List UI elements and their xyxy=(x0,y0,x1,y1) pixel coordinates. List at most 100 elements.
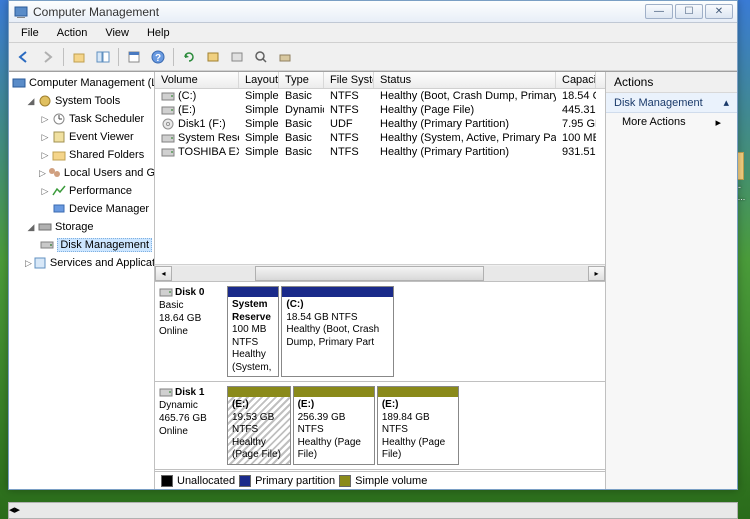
navigation-tree[interactable]: Computer Management (Local ◢ System Tool… xyxy=(9,72,155,489)
volume-list: Volume Layout Type File System Status Ca… xyxy=(155,72,605,282)
refresh-button[interactable] xyxy=(178,46,200,68)
col-type[interactable]: Type xyxy=(279,72,324,88)
tree-system-tools[interactable]: ◢ System Tools xyxy=(11,92,152,110)
partition-title: System Reserve xyxy=(232,299,274,324)
show-hide-tree-button[interactable] xyxy=(92,46,114,68)
actions-section[interactable]: Disk Management ▴ xyxy=(606,93,737,113)
partition-title: (E:) xyxy=(232,399,286,412)
tree-storage[interactable]: ◢Storage xyxy=(11,218,152,236)
drive-icon xyxy=(161,104,175,116)
disk-type: Dynamic xyxy=(159,399,223,412)
volume-layout: Simple xyxy=(239,89,279,103)
volume-fs: NTFS xyxy=(324,89,374,103)
partition-title: (E:) xyxy=(298,399,370,412)
volume-name: (C:) xyxy=(178,90,196,102)
legend-simple: Simple volume xyxy=(355,475,427,487)
up-button[interactable] xyxy=(68,46,90,68)
partition-status: Healthy (Boot, Crash Dump, Primary Part xyxy=(286,324,388,349)
volume-capacity: 7.95 GE xyxy=(556,117,596,131)
partition-status: Healthy (Page File) xyxy=(232,437,286,462)
window-bottom-scrollbar[interactable]: ◂ ▸ xyxy=(8,502,738,519)
tool-icon-4[interactable] xyxy=(274,46,296,68)
partition-status: Healthy (Page File) xyxy=(382,437,454,462)
menu-action[interactable]: Action xyxy=(49,25,96,41)
volume-type: Basic xyxy=(279,131,324,145)
volume-row[interactable]: System ReservedSimpleBasicNTFSHealthy (S… xyxy=(155,131,605,145)
legend-swatch-simple xyxy=(339,475,351,487)
drive-icon xyxy=(161,118,175,130)
menu-file[interactable]: File xyxy=(13,25,47,41)
tree-root[interactable]: Computer Management (Local xyxy=(11,74,152,92)
scroll-right-button[interactable]: ▸ xyxy=(15,503,21,518)
partition-color-bar xyxy=(228,387,290,397)
scroll-left-button[interactable]: ◂ xyxy=(155,266,172,281)
tree-local-users[interactable]: ▷Local Users and Groups xyxy=(11,164,152,182)
tree-event-viewer[interactable]: ▷Event Viewer xyxy=(11,128,152,146)
col-capacity[interactable]: Capaci xyxy=(556,72,596,88)
back-button[interactable] xyxy=(13,46,35,68)
menu-help[interactable]: Help xyxy=(139,25,178,41)
menubar: File Action View Help xyxy=(9,23,737,43)
volume-layout: Simple xyxy=(239,103,279,117)
maximize-button[interactable]: ☐ xyxy=(675,4,703,19)
partition[interactable]: (C:)18.54 GB NTFSHealthy (Boot, Crash Du… xyxy=(281,286,393,377)
partition[interactable]: System Reserve100 MB NTFSHealthy (System… xyxy=(227,286,279,377)
disk-map[interactable]: Disk 0Basic18.64 GBOnlineSystem Reserve1… xyxy=(155,282,605,471)
legend-unallocated: Unallocated xyxy=(177,475,235,487)
partition-title: (E:) xyxy=(382,399,454,412)
chevron-right-icon: ▸ xyxy=(715,116,721,129)
tree-device-manager[interactable]: Device Manager xyxy=(11,200,152,218)
disk-size: 465.76 GB xyxy=(159,412,223,425)
properties-button[interactable] xyxy=(123,46,145,68)
volume-name: (E:) xyxy=(178,104,196,116)
partition[interactable]: (E:)189.84 GB NTFSHealthy (Page File) xyxy=(377,386,459,465)
forward-button[interactable] xyxy=(37,46,59,68)
disk-row[interactable]: Disk 1Dynamic465.76 GBOnline(E:)19.53 GB… xyxy=(155,382,605,470)
volume-type: Basic xyxy=(279,117,324,131)
partition-title: (C:) xyxy=(286,299,388,312)
tool-icon-1[interactable] xyxy=(202,46,224,68)
col-volume[interactable]: Volume xyxy=(155,72,239,88)
volume-list-scrollbar[interactable]: ◂ ▸ xyxy=(155,264,605,281)
tool-icon-2[interactable] xyxy=(226,46,248,68)
menu-view[interactable]: View xyxy=(97,25,137,41)
tree-performance[interactable]: ▷Performance xyxy=(11,182,152,200)
volume-fs: NTFS xyxy=(324,103,374,117)
volume-layout: Simple xyxy=(239,145,279,159)
tree-disk-management[interactable]: Disk Management xyxy=(11,236,152,254)
volume-row[interactable]: (C:)SimpleBasicNTFSHealthy (Boot, Crash … xyxy=(155,89,605,103)
tree-task-scheduler[interactable]: ▷Task Scheduler xyxy=(11,110,152,128)
help-button[interactable]: ? xyxy=(147,46,169,68)
partition-color-bar xyxy=(282,287,392,297)
partition-color-bar xyxy=(228,287,278,297)
col-status[interactable]: Status xyxy=(374,72,556,88)
tool-icon-3[interactable] xyxy=(250,46,272,68)
partition[interactable]: (E:)19.53 GB NTFSHealthy (Page File) xyxy=(227,386,291,465)
scroll-right-button[interactable]: ▸ xyxy=(588,266,605,281)
volume-capacity: 18.54 G xyxy=(556,89,596,103)
disk-row[interactable]: Disk 0Basic18.64 GBOnlineSystem Reserve1… xyxy=(155,282,605,382)
col-filesystem[interactable]: File System xyxy=(324,72,374,88)
partition-status: Healthy (System, xyxy=(232,349,274,374)
scroll-thumb[interactable] xyxy=(255,266,484,281)
volume-rows[interactable]: (C:)SimpleBasicNTFSHealthy (Boot, Crash … xyxy=(155,89,605,264)
partition-size: 18.54 GB NTFS xyxy=(286,312,388,325)
volume-fs: NTFS xyxy=(324,131,374,145)
tree-shared-folders[interactable]: ▷Shared Folders xyxy=(11,146,152,164)
collapse-icon: ▴ xyxy=(723,96,729,109)
drive-icon xyxy=(161,90,175,102)
volume-status: Healthy (System, Active, Primary Partiti… xyxy=(374,131,556,145)
actions-more[interactable]: More Actions ▸ xyxy=(606,113,737,132)
partition[interactable]: (E:)256.39 GB NTFSHealthy (Page File) xyxy=(293,386,375,465)
col-layout[interactable]: Layout xyxy=(239,72,279,88)
disk-state: Online xyxy=(159,325,223,338)
main-panel: Volume Layout Type File System Status Ca… xyxy=(155,72,605,489)
partition-status: Healthy (Page File) xyxy=(298,437,370,462)
volume-row[interactable]: TOSHIBA EXT (G:)SimpleBasicNTFSHealthy (… xyxy=(155,145,605,159)
tree-services[interactable]: ▷Services and Applications xyxy=(11,254,152,272)
volume-row[interactable]: (E:)SimpleDynamicNTFSHealthy (Page File)… xyxy=(155,103,605,117)
volume-capacity: 931.51 xyxy=(556,145,596,159)
volume-row[interactable]: Disk1 (F:)SimpleBasicUDFHealthy (Primary… xyxy=(155,117,605,131)
close-button[interactable]: ✕ xyxy=(705,4,733,19)
minimize-button[interactable]: — xyxy=(645,4,673,19)
